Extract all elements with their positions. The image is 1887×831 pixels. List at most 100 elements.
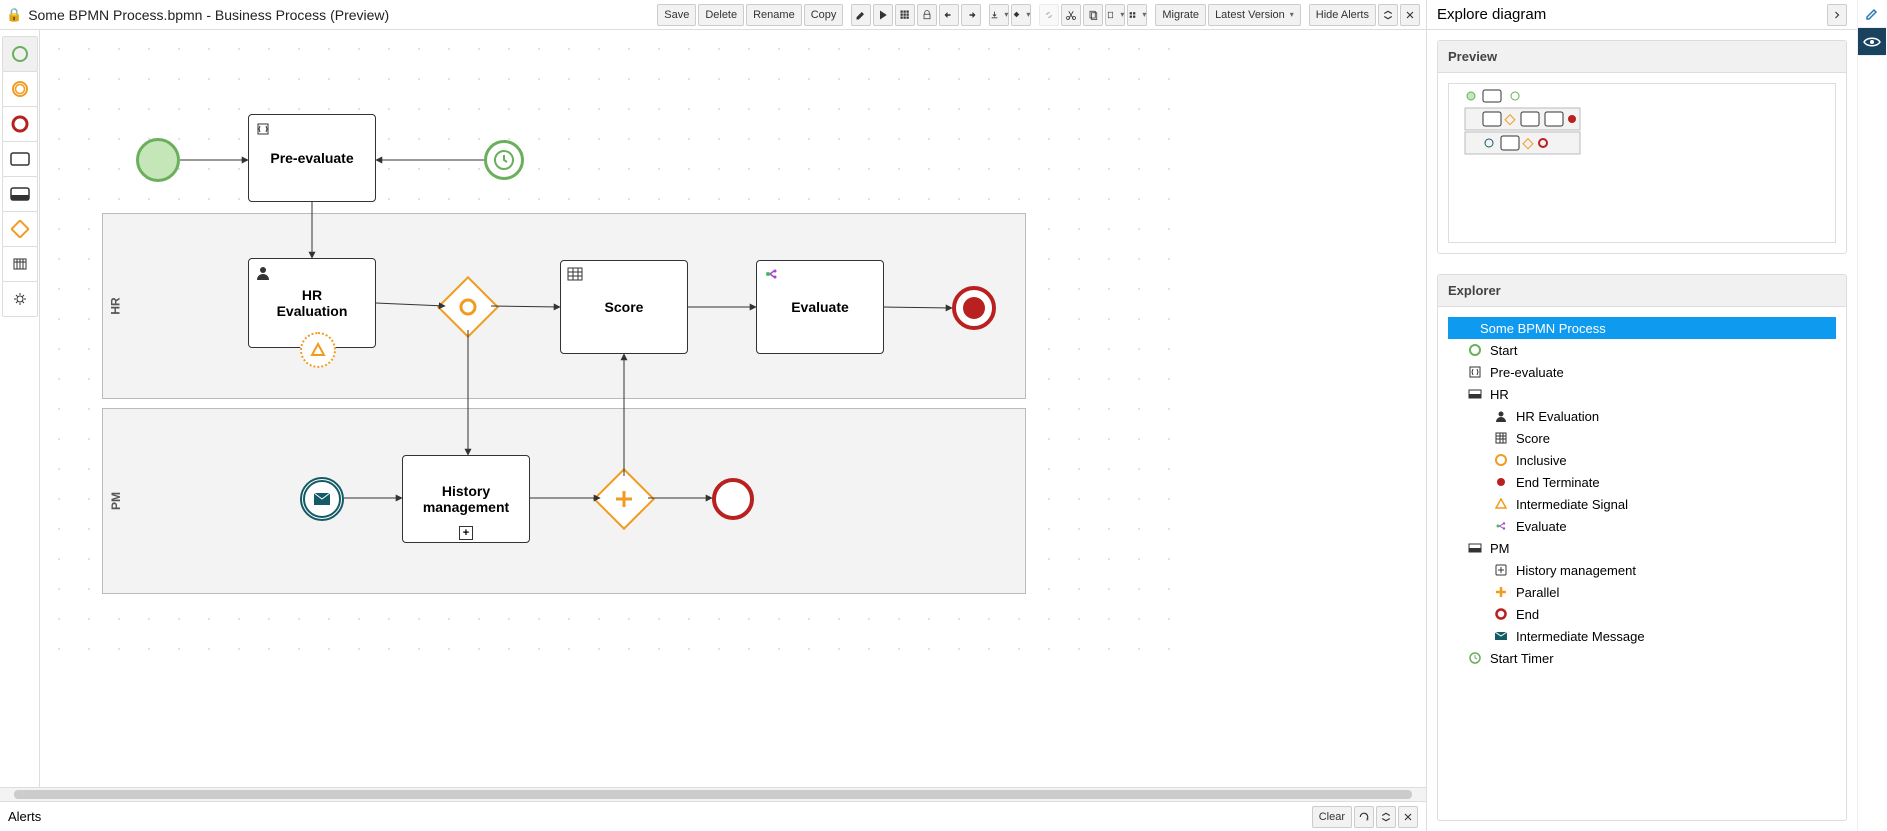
palette-start-event[interactable] [2, 36, 38, 72]
tree-item-label: History management [1516, 563, 1636, 578]
paste-dropdown[interactable] [1105, 4, 1125, 26]
palette-task[interactable] [2, 141, 38, 177]
tree-item[interactable]: Some BPMN Process [1448, 317, 1836, 339]
tree-item-label: Start Timer [1490, 651, 1554, 666]
tree-item[interactable]: History management [1448, 559, 1836, 581]
circle-orange-icon [1494, 454, 1508, 466]
tree-item[interactable]: Start [1448, 339, 1836, 361]
tree-item[interactable]: Intermediate Signal [1448, 493, 1836, 515]
end-event[interactable] [712, 478, 754, 520]
tree-item[interactable]: Inclusive [1448, 449, 1836, 471]
delete-button[interactable]: Delete [698, 4, 744, 26]
save-button[interactable]: Save [657, 4, 696, 26]
dot-red-icon [1494, 476, 1508, 488]
tree-item[interactable]: Start Timer [1448, 647, 1836, 669]
preview-panel: Preview [1437, 40, 1847, 254]
signal-boundary-event[interactable] [300, 332, 336, 368]
tree-item-label: Parallel [1516, 585, 1559, 600]
undo-button[interactable] [939, 4, 959, 26]
title-area: 🔒 Some BPMN Process.bpmn - Business Proc… [6, 7, 655, 23]
palette-intermediate-event[interactable] [2, 71, 38, 107]
clipboard-copy-button[interactable] [1083, 4, 1103, 26]
tree-item[interactable]: Score [1448, 427, 1836, 449]
palette-gateway[interactable] [2, 211, 38, 247]
palette-expanded-subprocess[interactable] [2, 176, 38, 212]
clear-alerts-button[interactable]: Clear [1312, 806, 1352, 828]
alerts-label: Alerts [8, 809, 41, 824]
end-terminate-event[interactable] [952, 286, 996, 330]
tree-item[interactable]: Parallel [1448, 581, 1836, 603]
explore-diagram-title: Explore diagram [1437, 6, 1546, 23]
tree-item[interactable]: PM [1448, 537, 1836, 559]
right-tabs [1857, 0, 1887, 831]
tree-item-label: End Terminate [1516, 475, 1600, 490]
ring-red-icon [1494, 608, 1508, 620]
right-panel-close-button[interactable] [1827, 4, 1847, 26]
tree-item[interactable]: End Terminate [1448, 471, 1836, 493]
task-evaluate-label: Evaluate [791, 299, 849, 315]
triangle-icon [1494, 498, 1508, 510]
task-score[interactable]: Score [560, 260, 688, 354]
task-history-management[interactable]: History management + [402, 455, 530, 543]
rule-icon [763, 267, 779, 281]
palette-settings[interactable] [2, 281, 38, 317]
task-score-label: Score [605, 299, 644, 315]
tree-item-label: Inclusive [1516, 453, 1567, 468]
view-tab[interactable] [1858, 28, 1886, 56]
tree-item[interactable]: End [1448, 603, 1836, 625]
alerts-bar: Alerts Clear [0, 801, 1426, 831]
explorer-tree: Some BPMN ProcessStartPre-evaluateHRHR E… [1438, 307, 1846, 679]
clock-icon [1468, 652, 1482, 664]
tree-item[interactable]: Pre-evaluate [1448, 361, 1836, 383]
tree-item[interactable]: Evaluate [1448, 515, 1836, 537]
run-button[interactable] [873, 4, 893, 26]
lock-icon: 🔒 [6, 7, 22, 23]
copy-button[interactable]: Copy [804, 4, 844, 26]
tree-item-label: Evaluate [1516, 519, 1567, 534]
align-dropdown[interactable] [1127, 4, 1147, 26]
refresh-alerts-button[interactable] [1354, 806, 1374, 828]
redo-button[interactable] [961, 4, 981, 26]
hide-alerts-button[interactable]: Hide Alerts [1309, 4, 1376, 26]
close-alerts-button[interactable] [1398, 806, 1418, 828]
horizontal-scrollbar[interactable] [0, 787, 1426, 801]
task-preevaluate[interactable]: Pre-evaluate [248, 114, 376, 202]
grid-button[interactable] [895, 4, 915, 26]
preview-thumbnail[interactable] [1448, 83, 1836, 243]
close-button[interactable] [1400, 4, 1420, 26]
start-event[interactable] [136, 138, 180, 182]
tree-item[interactable]: HR Evaluation [1448, 405, 1836, 427]
user-icon [255, 265, 271, 281]
element-palette [0, 30, 40, 787]
window-title: Some BPMN Process.bpmn - Business Proces… [28, 7, 389, 23]
palette-end-event[interactable] [2, 106, 38, 142]
cut-button[interactable] [1061, 4, 1081, 26]
expand-alerts-button[interactable] [1376, 806, 1396, 828]
expand-button[interactable] [1378, 4, 1398, 26]
version-dropdown[interactable]: Latest Version [1208, 4, 1301, 26]
lock-button[interactable] [917, 4, 937, 26]
fill-dropdown[interactable] [1011, 4, 1031, 26]
task-evaluate[interactable]: Evaluate [756, 260, 884, 354]
lane-pm[interactable]: PM [102, 408, 1026, 594]
link-button[interactable] [1039, 4, 1059, 26]
edit-button[interactable] [851, 4, 871, 26]
edit-tab[interactable] [1858, 0, 1886, 28]
timer-event[interactable] [484, 140, 524, 180]
task-history-management-label: History management [423, 483, 509, 515]
canvas[interactable]: HR PM Pre-evaluate [40, 30, 1426, 787]
task-hr-evaluation-label: HR Evaluation [277, 287, 348, 319]
lane-hr-label: HR [109, 297, 123, 314]
tree-item[interactable]: HR [1448, 383, 1836, 405]
export-dropdown[interactable] [989, 4, 1009, 26]
script-icon [1468, 366, 1482, 378]
migrate-button[interactable]: Migrate [1155, 4, 1206, 26]
task-preevaluate-label: Pre-evaluate [270, 150, 353, 166]
plus-orange-icon [1494, 586, 1508, 598]
tree-item[interactable]: Intermediate Message [1448, 625, 1836, 647]
rename-button[interactable]: Rename [746, 4, 802, 26]
table-icon [1494, 432, 1508, 444]
script-icon [255, 121, 271, 137]
palette-data-object[interactable] [2, 246, 38, 282]
intermediate-message-event[interactable] [300, 477, 344, 521]
